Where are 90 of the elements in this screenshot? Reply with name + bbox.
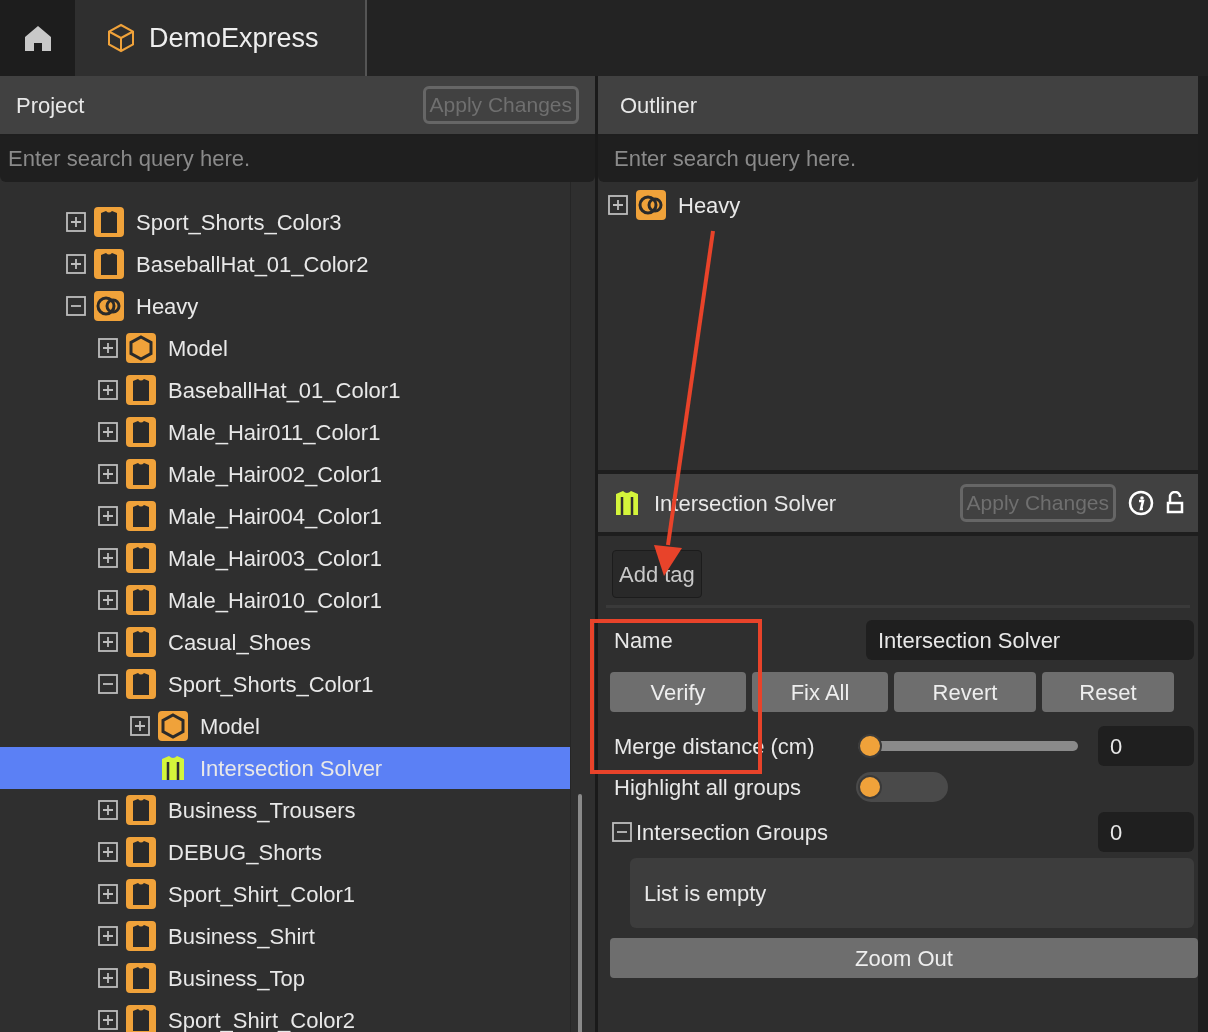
tree-item[interactable]: Male_Hair004_Color1 xyxy=(0,495,570,537)
project-tab[interactable]: DemoExpress xyxy=(75,0,367,76)
tree-item[interactable]: Model xyxy=(0,327,570,369)
tab-label: DemoExpress xyxy=(149,21,319,55)
tree-item-label: Male_Hair004_Color1 xyxy=(168,502,382,531)
shirt-icon xyxy=(126,417,156,447)
tree-item[interactable]: Business_Shirt xyxy=(0,915,570,957)
shirt-icon xyxy=(126,879,156,909)
action-button[interactable]: Revert xyxy=(894,672,1036,712)
tree-item[interactable]: Male_Hair002_Color1 xyxy=(0,453,570,495)
rings-icon xyxy=(94,291,124,321)
number-field[interactable]: 0 xyxy=(1098,726,1194,766)
shirt-icon xyxy=(126,627,156,657)
panel-title: Project xyxy=(16,91,85,120)
shirt-icon xyxy=(126,501,156,531)
empty-list-message: List is empty xyxy=(644,879,767,908)
search-field[interactable]: Enter search query here. xyxy=(0,136,595,182)
panel-title: Outliner xyxy=(620,91,698,120)
action-button[interactable]: Reset xyxy=(1042,672,1174,712)
slider-track[interactable] xyxy=(858,734,1078,758)
tree-item-label: Heavy xyxy=(678,191,741,220)
field-label: Highlight all groups xyxy=(613,773,803,802)
field-label: Name xyxy=(613,626,673,655)
home-icon xyxy=(22,23,53,53)
number-field[interactable]: 0 xyxy=(1098,812,1194,852)
tree-item-label: Intersection Solver xyxy=(200,754,383,783)
tree-item-label: Sport_Shirt_Color1 xyxy=(168,880,356,909)
tree-item[interactable]: Sport_Shorts_Color3 xyxy=(0,201,570,243)
tree-item[interactable]: Male_Hair003_Color1 xyxy=(0,537,570,579)
tree-item[interactable]: Heavy xyxy=(0,285,570,327)
tree-item-label: Male_Hair002_Color1 xyxy=(168,460,382,489)
tree-item-label: Model xyxy=(168,334,228,363)
info-icon[interactable] xyxy=(1128,490,1154,516)
shirt-icon xyxy=(94,249,124,279)
tree-item-label: Sport_Shirt_Color2 xyxy=(168,1006,356,1032)
shirt-icon xyxy=(126,921,156,951)
zoom-out-button[interactable]: Zoom Out xyxy=(610,938,1198,978)
action-button[interactable]: Verify xyxy=(610,672,746,712)
tree-item[interactable]: Male_Hair010_Color1 xyxy=(0,579,570,621)
tree-item-label: BaseballHat_01_Color1 xyxy=(168,376,401,405)
cube-icon xyxy=(105,22,137,54)
hexagon-icon xyxy=(158,711,188,741)
shirt-icon xyxy=(126,459,156,489)
search-field[interactable]: Enter search query here. xyxy=(598,136,1198,182)
add-tag-button[interactable]: Add tag xyxy=(612,550,702,598)
shirt-icon xyxy=(126,543,156,573)
tree-item-label: Heavy xyxy=(136,292,199,321)
tree-item-label: Male_Hair010_Color1 xyxy=(168,586,382,615)
shirt-icon xyxy=(126,669,156,699)
shirt-icon xyxy=(126,585,156,615)
tree-item[interactable]: Heavy xyxy=(598,184,1198,226)
tree-item-label: Business_Top xyxy=(168,964,305,993)
lock-icon[interactable] xyxy=(1166,491,1184,515)
home-button[interactable] xyxy=(0,0,75,76)
tree-item-label: BaseballHat_01_Color2 xyxy=(136,250,369,279)
tree-item[interactable]: Sport_Shirt_Color2 xyxy=(0,999,570,1032)
tree-item-label: Business_Trousers xyxy=(168,796,356,825)
tree-item-label: Casual_Shoes xyxy=(168,628,312,657)
tree-item[interactable]: Sport_Shirt_Color1 xyxy=(0,873,570,915)
tree-item[interactable]: Model xyxy=(0,705,570,747)
tree-item[interactable]: Business_Top xyxy=(0,957,570,999)
section-label: Intersection Groups xyxy=(636,818,828,847)
tree-item[interactable]: Business_Trousers xyxy=(0,789,570,831)
tree-item[interactable]: BaseballHat_01_Color1 xyxy=(0,369,570,411)
tree-item-label: Male_Hair003_Color1 xyxy=(168,544,382,573)
tree-item-label: Sport_Shorts_Color1 xyxy=(168,670,374,699)
tree-item-label: Sport_Shorts_Color3 xyxy=(136,208,342,237)
tree-item-label: DEBUG_Shorts xyxy=(168,838,323,867)
tree-item[interactable]: BaseballHat_01_Color2 xyxy=(0,243,570,285)
name-field[interactable]: Intersection Solver xyxy=(866,620,1194,660)
tree-item-label: Male_Hair011_Color1 xyxy=(168,418,381,447)
tree-item[interactable]: DEBUG_Shorts xyxy=(0,831,570,873)
rings-icon xyxy=(636,190,666,220)
tree-item[interactable]: Sport_Shorts_Color1 xyxy=(0,663,570,705)
shirt-icon xyxy=(126,375,156,405)
shirt-icon xyxy=(126,837,156,867)
scrollbar[interactable] xyxy=(1198,76,1208,1032)
shirt-icon xyxy=(126,795,156,825)
shirt-icon xyxy=(94,207,124,237)
tree-item[interactable]: Casual_Shoes xyxy=(0,621,570,663)
action-button[interactable]: Fix All xyxy=(752,672,888,712)
scrollbar[interactable] xyxy=(578,794,582,1032)
tree-item-label: Business_Shirt xyxy=(168,922,315,951)
hexagon-icon xyxy=(126,333,156,363)
tree-item-label: Model xyxy=(200,712,260,741)
slider-thumb[interactable] xyxy=(858,734,882,758)
tree-item[interactable]: Male_Hair011_Color1 xyxy=(0,411,570,453)
toggle-switch[interactable] xyxy=(856,772,948,802)
shirt-icon xyxy=(126,963,156,993)
collapse-icon[interactable] xyxy=(612,822,632,842)
